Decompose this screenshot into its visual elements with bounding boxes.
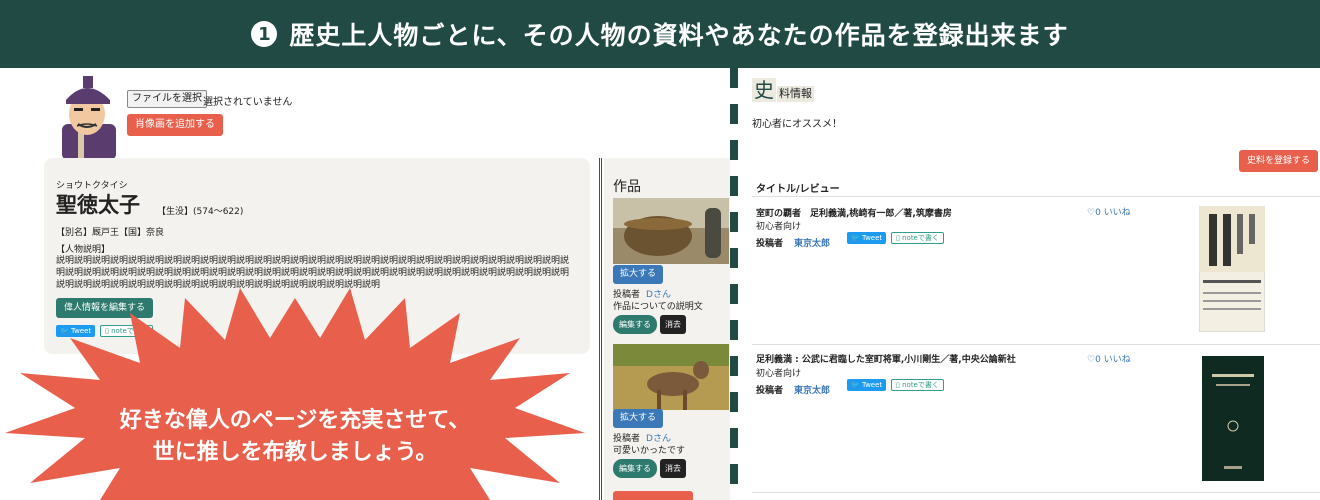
work-image-deer[interactable] xyxy=(613,344,729,410)
twitter-bird-icon: 🐦 xyxy=(851,234,860,242)
person-alias: 【別名】厩戸王【国】奈良 xyxy=(56,228,165,238)
note-icon: ▯ xyxy=(896,234,900,242)
add-material-button[interactable]: 史料を登録する xyxy=(1239,150,1319,172)
tweet-label: Tweet xyxy=(861,234,883,242)
like-count: 0 いいね xyxy=(1095,355,1131,365)
heart-icon: ♡ xyxy=(1087,208,1096,218)
note-label: noteで書く xyxy=(902,234,939,242)
materials-heading: 史料情報 xyxy=(752,78,814,102)
works-sidebar: 作品 拡大する 投稿者 Dさん 作品についての説明文 編集する 消去 拡大する 投… xyxy=(604,158,730,500)
material-title[interactable]: 室町の覇者 足利義満,桃崎有一郎／著,筑摩書房 xyxy=(756,206,952,219)
work-description: 可愛いかったです xyxy=(613,446,686,456)
enlarge-button[interactable]: 拡大する xyxy=(613,265,664,284)
material-level: 初心者向け xyxy=(756,222,802,232)
material-poster-label: 投稿者 xyxy=(756,386,784,396)
note-icon: ▯ xyxy=(896,381,900,389)
step-number-badge: 1 xyxy=(251,21,278,47)
row-divider xyxy=(752,492,1320,493)
work-image-bowl[interactable] xyxy=(613,198,729,264)
materials-column-header: タイトル/レビュー xyxy=(756,184,840,195)
enlarge-button[interactable]: 拡大する xyxy=(613,409,664,428)
work-description: 作品についての説明文 xyxy=(613,302,703,312)
callout-line-2: 世に推しを布教しましょう。 xyxy=(152,440,438,465)
book-cover-2 xyxy=(1202,356,1264,481)
material-poster-name[interactable]: 東京太郎 xyxy=(794,236,830,249)
material-poster-label: 投稿者 xyxy=(756,239,784,249)
note-label: noteで書く xyxy=(902,381,939,389)
heart-icon: ♡ xyxy=(1087,355,1096,365)
works-title: 作品 xyxy=(613,179,641,195)
tweet-button[interactable]: 🐦 Tweet xyxy=(847,232,887,244)
materials-heading-rest: 料情報 xyxy=(777,86,814,102)
like-button[interactable]: ♡0 いいね xyxy=(1087,352,1131,365)
tweet-label: Tweet xyxy=(861,381,883,389)
material-title[interactable]: 足利義満 : 公武に君臨した室町将軍,小川剛生／著,中央公論新社 xyxy=(756,352,1016,365)
tweet-button[interactable]: 🐦 Tweet xyxy=(847,379,887,391)
file-status-text: 選択されていません xyxy=(203,97,293,108)
top-banner: 1 歴史上人物ごとに、その人物の資料やあなたの作品を登録出来ます xyxy=(0,0,1320,68)
person-description-label: 【人物説明】 xyxy=(56,245,111,255)
work-delete-button[interactable]: 消去 xyxy=(660,315,686,334)
twitter-bird-icon: 🐦 xyxy=(851,381,860,389)
material-poster-name[interactable]: 東京太郎 xyxy=(794,383,830,396)
material-level: 初心者向け xyxy=(756,369,802,379)
person-lifespan: 【生没】(574〜622) xyxy=(157,207,244,217)
note-write-button[interactable]: ▯ noteで書く xyxy=(891,232,944,244)
column-divider xyxy=(599,158,602,500)
file-select-button[interactable]: ファイルを選択 xyxy=(127,90,207,108)
banner-title: 歴史上人物ごとに、その人物の資料やあなたの作品を登録出来ます xyxy=(289,21,1069,50)
add-portrait-button[interactable]: 肖像画を追加する xyxy=(127,114,223,136)
book-cover-1 xyxy=(1199,206,1265,332)
work-edit-button[interactable]: 編集する xyxy=(613,315,657,334)
note-write-button[interactable]: ▯ noteで書く xyxy=(891,379,944,391)
like-button[interactable]: ♡0 いいね xyxy=(1087,205,1131,218)
like-count: 0 いいね xyxy=(1095,208,1131,218)
materials-heading-initial: 史 xyxy=(752,78,776,102)
row-divider xyxy=(752,344,1320,345)
callout-line-1: 好きな偉人のページを充実させて、 xyxy=(119,408,471,433)
work-edit-button[interactable]: 編集する xyxy=(613,459,657,478)
person-name: 聖徳太子 xyxy=(56,193,140,217)
dashed-separator xyxy=(730,68,738,500)
header-divider xyxy=(752,196,1320,197)
work-delete-button[interactable]: 消去 xyxy=(660,459,686,478)
cropped-button[interactable] xyxy=(613,491,693,500)
materials-panel: 史料情報 初心者にオススメ！ 史料を登録する タイトル/レビュー 室町の覇者 足… xyxy=(740,68,1320,500)
portrait-image xyxy=(62,76,116,160)
materials-subtitle: 初心者にオススメ！ xyxy=(752,119,842,130)
